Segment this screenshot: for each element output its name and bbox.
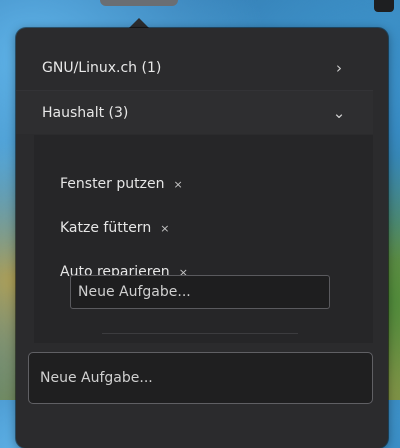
task-item: Katze füttern ×: [60, 217, 169, 239]
topbar-indicator[interactable]: [100, 0, 178, 6]
group-row-gnu-linux[interactable]: GNU/Linux.ch (1) ›: [16, 46, 373, 90]
group-new-task-input[interactable]: [70, 275, 330, 309]
group-label: GNU/Linux.ch (1): [42, 60, 162, 76]
task-item: Fenster putzen ×: [60, 173, 183, 195]
task-label: Katze füttern: [60, 220, 152, 236]
chevron-right-icon: ›: [336, 59, 342, 77]
group-label: Haushalt (3): [42, 104, 129, 121]
new-task-input[interactable]: [28, 352, 373, 404]
close-icon[interactable]: ×: [160, 222, 169, 235]
chevron-down-icon: ⌄: [332, 103, 346, 122]
group-row-haushalt[interactable]: Haushalt (3) ⌄: [16, 90, 373, 134]
task-list: Fenster putzen × Katze füttern × Auto re…: [34, 135, 373, 343]
close-icon[interactable]: ×: [173, 178, 182, 191]
todo-popover: GNU/Linux.ch (1) › Haushalt (3) ⌄ Fenste…: [16, 28, 388, 448]
topbar-corner: [374, 0, 394, 12]
task-label: Fenster putzen: [60, 176, 165, 192]
separator: [102, 333, 298, 334]
